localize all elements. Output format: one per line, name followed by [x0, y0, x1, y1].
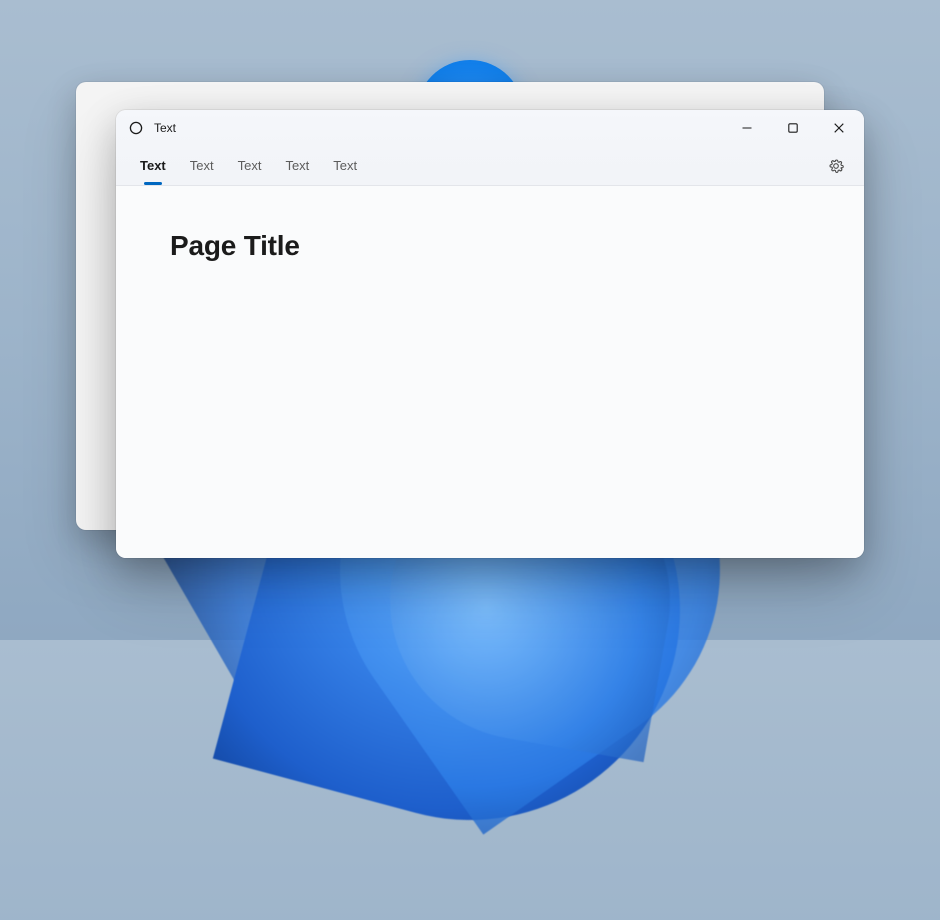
maximize-button[interactable]: [770, 113, 816, 143]
minimize-button[interactable]: [724, 113, 770, 143]
window-title: Text: [154, 121, 176, 135]
tab-0[interactable]: Text: [128, 146, 178, 185]
tab-label: Text: [285, 158, 309, 173]
tab-label: Text: [238, 158, 262, 173]
app-window: Text Text Text: [116, 110, 864, 558]
settings-button[interactable]: [820, 150, 852, 182]
content-area: Page Title: [116, 186, 864, 558]
close-button[interactable]: [816, 113, 862, 143]
tab-label: Text: [190, 158, 214, 173]
tab-label: Text: [333, 158, 357, 173]
gear-icon: [828, 158, 844, 174]
tab-2[interactable]: Text: [226, 146, 274, 185]
page-title: Page Title: [170, 230, 810, 262]
titlebar[interactable]: Text: [116, 110, 864, 146]
app-icon: [128, 120, 144, 136]
tab-4[interactable]: Text: [321, 146, 369, 185]
tab-bar: Text Text Text Text Text: [116, 146, 864, 186]
tab-active-indicator: [144, 182, 162, 185]
tabs: Text Text Text Text Text: [128, 146, 369, 185]
tab-3[interactable]: Text: [273, 146, 321, 185]
tab-1[interactable]: Text: [178, 146, 226, 185]
tab-label: Text: [140, 158, 166, 173]
